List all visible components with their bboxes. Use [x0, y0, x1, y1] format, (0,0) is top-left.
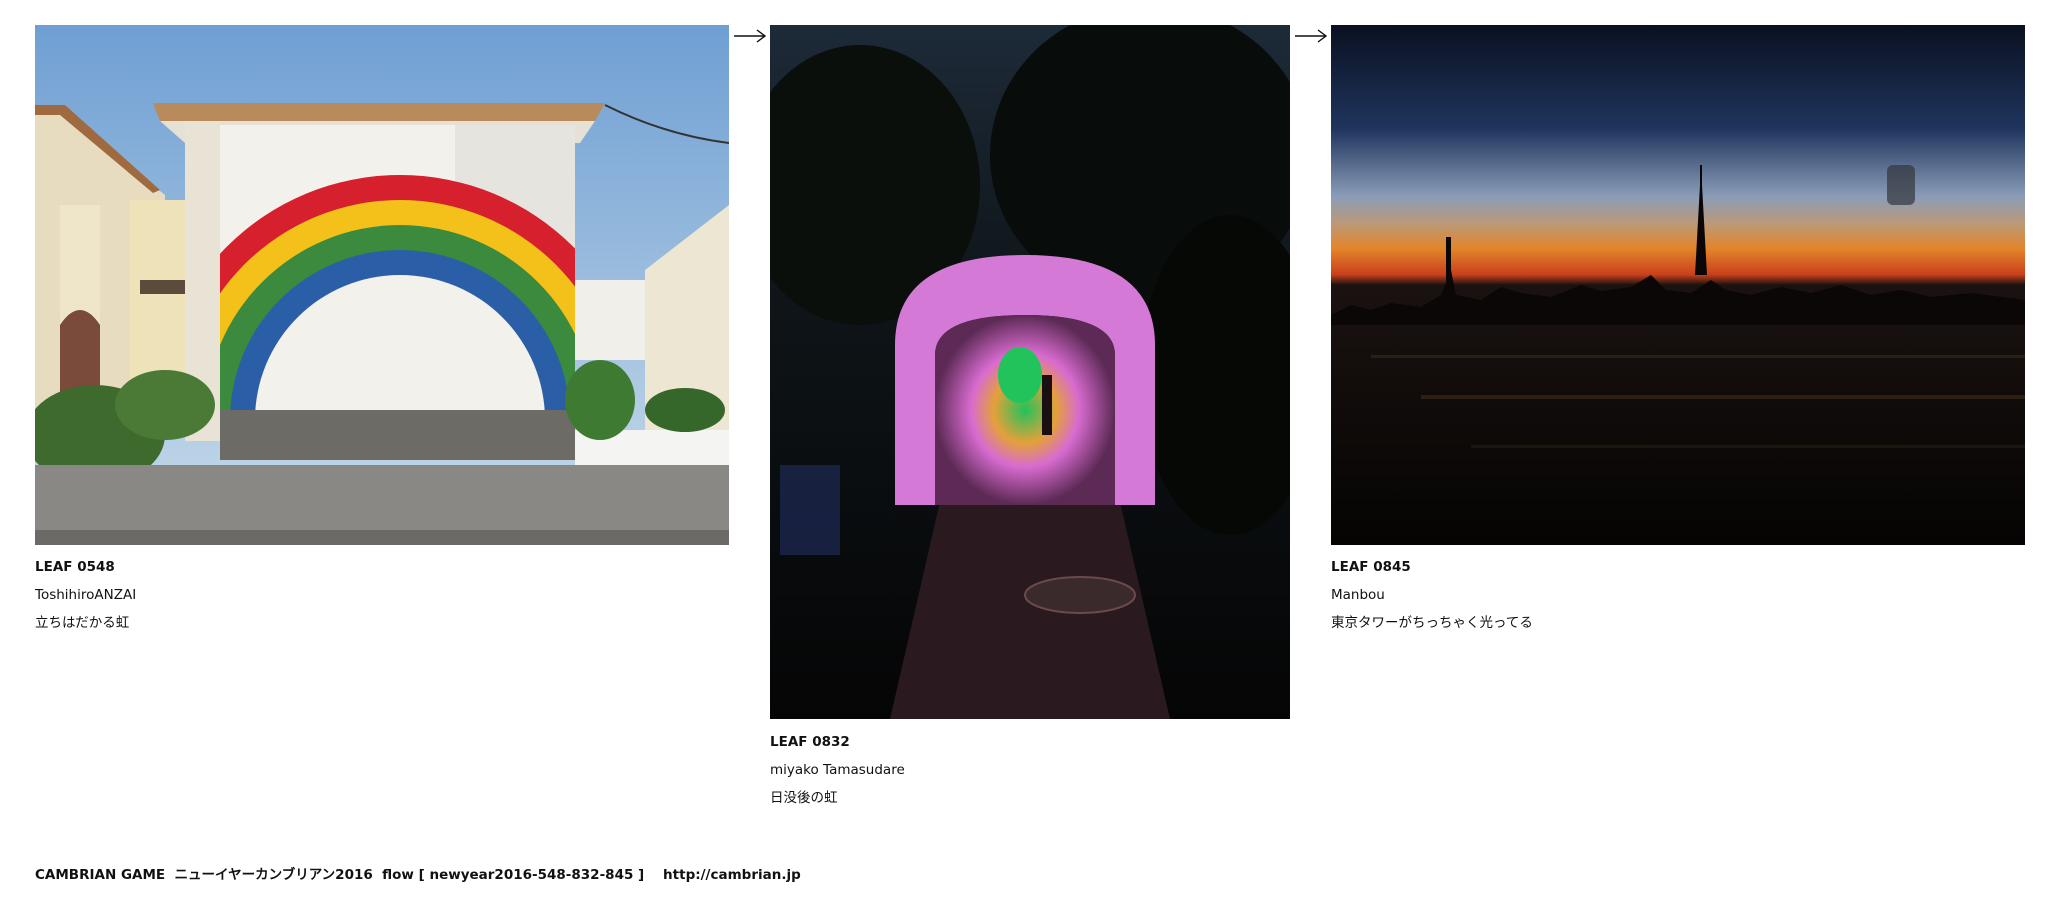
leaf-caption: 立ちはだかる虹: [35, 615, 130, 631]
leaf-author[interactable]: ToshihiroANZAI: [35, 581, 136, 609]
leaf-id[interactable]: LEAF 0548: [35, 553, 136, 581]
leaf-author[interactable]: Manbou: [1331, 581, 1533, 609]
leaf-caption: 日没後の虹: [770, 790, 838, 806]
leaf-id[interactable]: LEAF 0845: [1331, 553, 1533, 581]
arrow-right-icon: [734, 29, 767, 43]
leaf-caption: 東京タワーがちっちゃく光ってる: [1331, 615, 1533, 631]
footer-label: CAMBRIAN GAME ニューイヤーカンブリアン2016 flow [ ne…: [35, 867, 645, 883]
light-tunnel-photo[interactable]: [770, 25, 1290, 719]
leaf-author[interactable]: miyako Tamasudare: [770, 756, 905, 784]
leaf-meta: LEAF 0832 miyako Tamasudare 日没後の虹: [770, 728, 905, 812]
footer: CAMBRIAN GAME ニューイヤーカンブリアン2016 flow [ ne…: [35, 864, 801, 886]
leaf-id[interactable]: LEAF 0832: [770, 728, 905, 756]
rainbow-mural-photo[interactable]: [35, 25, 729, 545]
footer-link[interactable]: http://cambrian.jp: [663, 867, 801, 883]
leaf-meta: LEAF 0845 Manbou 東京タワーがちっちゃく光ってる: [1331, 553, 1533, 637]
skyline-dusk-photo[interactable]: [1331, 25, 2025, 545]
leaf-meta: LEAF 0548 ToshihiroANZAI 立ちはだかる虹: [35, 553, 136, 637]
arrow-right-icon: [1295, 29, 1328, 43]
page: LEAF 0548 ToshihiroANZAI 立ちはだかる虹 LEAF 08…: [0, 0, 2057, 900]
